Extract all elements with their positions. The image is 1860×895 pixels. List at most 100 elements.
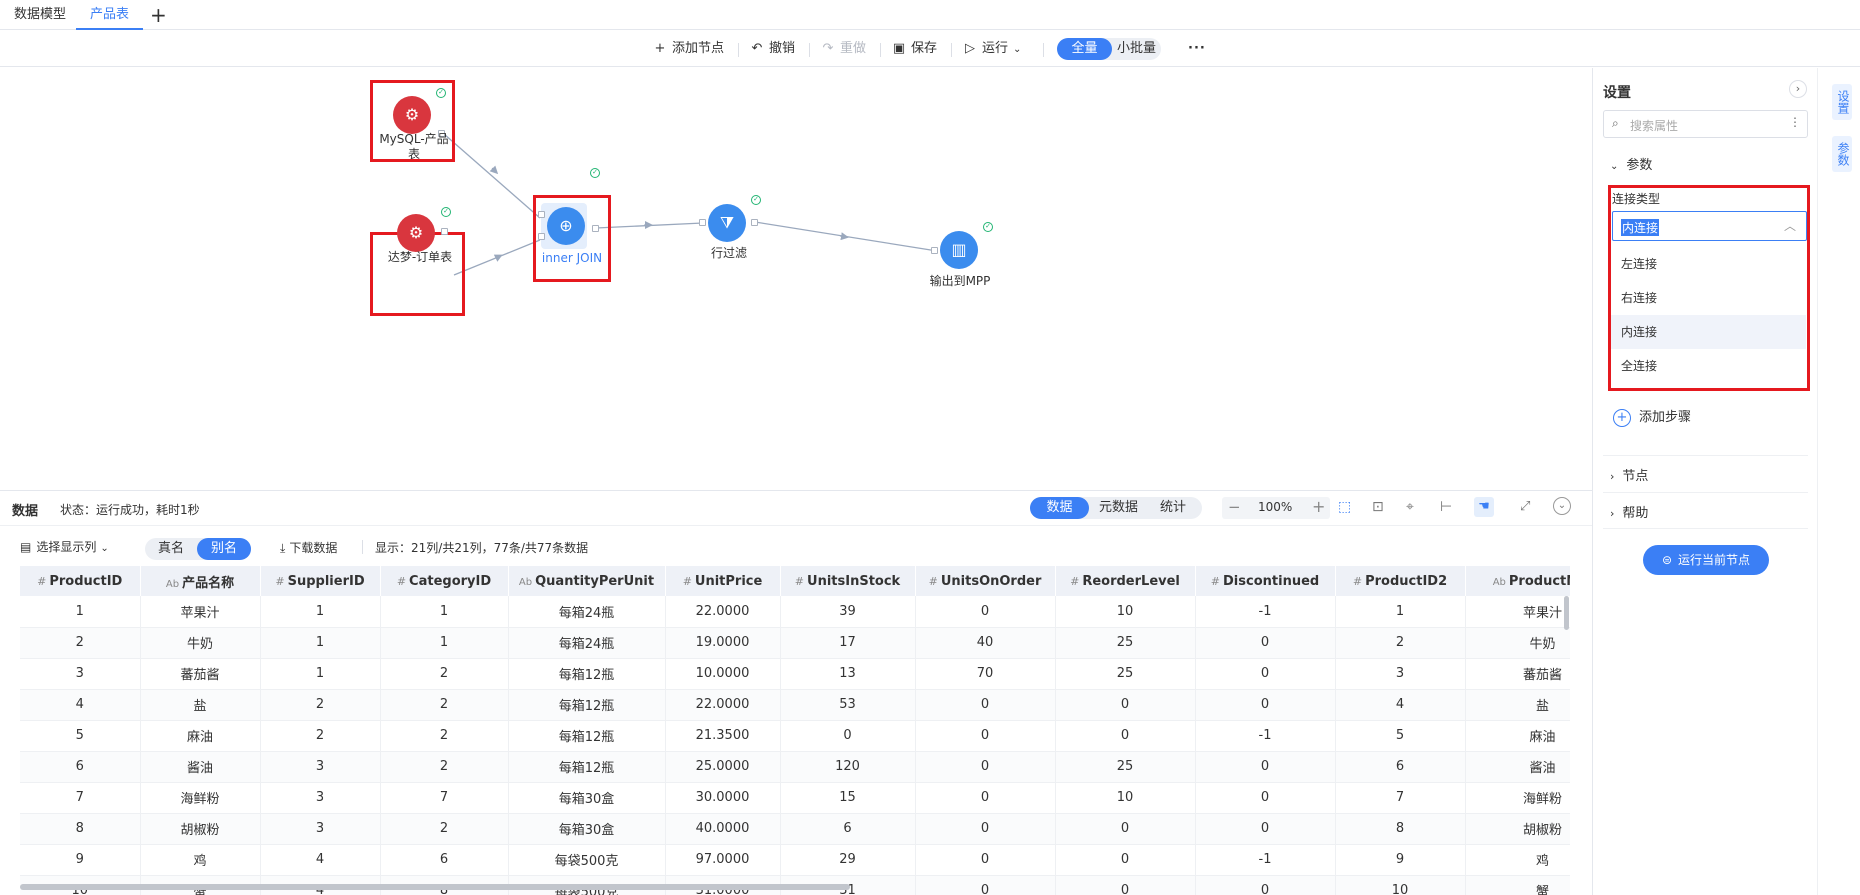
nodes-section-header[interactable]: › 节点	[1610, 465, 1648, 484]
plus-icon: +	[654, 41, 666, 56]
column-header[interactable]: # ReorderLevel	[1055, 566, 1196, 596]
table-cell: 3	[260, 782, 381, 814]
join-icon[interactable]: ⊕	[547, 207, 585, 245]
save-button[interactable]: ▣ 保存	[892, 31, 937, 67]
collapse-icon[interactable]: ⌄	[1553, 497, 1571, 515]
table-row[interactable]: 7 海鲜粉 3 7 每箱30盒 30.0000 15 0 10 0 7 海鲜粉	[20, 782, 1570, 814]
option-right-join[interactable]: 右连接	[1611, 281, 1806, 315]
column-header[interactable]: Ab QuantityPerUnit	[508, 566, 666, 596]
run-dropdown[interactable]: ▷ 运行 ⌄	[963, 31, 1021, 67]
column-header[interactable]: # CategoryID	[380, 566, 509, 596]
table-cell: 2	[260, 720, 381, 752]
table-row[interactable]: 1 苹果汁 1 1 每箱24瓶 22.0000 39 0 10 -1 1 苹果汁	[20, 596, 1570, 628]
column-header[interactable]: # Discontinued	[1195, 566, 1336, 596]
input-port[interactable]	[931, 247, 938, 254]
column-header[interactable]: # UnitPrice	[665, 566, 781, 596]
output-port[interactable]	[592, 225, 599, 232]
locate-icon[interactable]: ⌖	[1406, 499, 1414, 515]
table-cell: 10	[1055, 596, 1196, 628]
download-button[interactable]: ⤓ 下载数据	[280, 539, 337, 556]
output-port[interactable]	[441, 228, 448, 235]
expand-icon[interactable]: ⤢	[1520, 499, 1530, 514]
undo-icon: ↶	[751, 41, 763, 56]
text-type-icon: Ab	[1492, 576, 1506, 588]
run-node-button[interactable]: ⊜ 运行当前节点	[1643, 545, 1769, 575]
database-icon[interactable]: ⚙	[393, 96, 431, 134]
fit-view-icon[interactable]: ⊡	[1372, 499, 1384, 515]
table-cell: 21.3500	[665, 720, 781, 752]
tab-data[interactable]: 数据	[1030, 497, 1089, 519]
output-port[interactable]	[751, 219, 758, 226]
flow-canvas[interactable]: ⚙ ✓ MySQL-产品表 ⚙ ✓ 达梦-订单表 ⊕ ✓ inner JOIN …	[0, 68, 1592, 490]
hand-icon[interactable]: ☚	[1474, 497, 1494, 517]
table-cell: 海鲜粉	[1465, 782, 1570, 814]
join-type-select[interactable]: 内连接 ︿	[1612, 211, 1807, 241]
node-label-output: 输出到MPP	[929, 274, 991, 288]
zoom-in-icon[interactable]: +	[1312, 497, 1325, 516]
side-tab-settings[interactable]: 设置	[1832, 84, 1852, 120]
table-cell: 胡椒粉	[140, 813, 261, 845]
select-area-icon[interactable]: ⬚	[1338, 499, 1351, 515]
data-table[interactable]: # ProductID Ab 产品名称 # SupplierID # CategoryID Ab…	[20, 566, 1570, 895]
tab-metadata[interactable]: 元数据	[1091, 497, 1146, 519]
more-vertical-icon[interactable]: ⋮	[1789, 115, 1801, 129]
table-cell: 0	[1055, 844, 1196, 876]
horizontal-scrollbar[interactable]	[20, 884, 850, 890]
tab-product-table[interactable]: 产品表	[76, 0, 144, 30]
column-name: SupplierID	[287, 573, 365, 589]
input-port[interactable]	[538, 211, 545, 218]
real-name-button[interactable]: 真名	[145, 538, 197, 560]
table-row[interactable]: 2 牛奶 1 1 每箱24瓶 19.0000 17 40 25 0 2 牛奶	[20, 627, 1570, 659]
search-input[interactable]: ⌕ 搜索属性 ⋮	[1603, 110, 1808, 138]
table-cell: 1	[380, 596, 509, 628]
output-icon[interactable]: ▥	[940, 231, 978, 269]
column-header[interactable]: AbProductNar	[1465, 566, 1570, 596]
column-header[interactable]: # ProductID	[20, 566, 141, 596]
undo-button[interactable]: ↶ 撤销	[750, 31, 795, 67]
table-cell: 2	[20, 627, 141, 659]
more-icon[interactable]: ···	[1188, 31, 1206, 67]
column-header[interactable]: # ProductID2	[1335, 566, 1466, 596]
column-header[interactable]: # UnitsInStock	[780, 566, 916, 596]
select-columns-button[interactable]: ▤ 选择显示列 ⌄	[20, 538, 109, 555]
zoom-out-icon[interactable]: −	[1228, 498, 1241, 516]
table-cell: 每袋500克	[508, 844, 666, 876]
column-header[interactable]: # SupplierID	[260, 566, 381, 596]
table-row[interactable]: 3 蕃茄酱 1 2 每箱12瓶 10.0000 13 70 25 0 3 蕃茄酱	[20, 658, 1570, 690]
redo-button[interactable]: ↷ 重做	[821, 31, 866, 67]
params-section-header[interactable]: ⌄ 参数	[1610, 154, 1652, 173]
column-header[interactable]: # UnitsOnOrder	[915, 566, 1056, 596]
table-cell: 0	[1195, 658, 1336, 690]
option-full-join[interactable]: 全连接	[1611, 349, 1806, 383]
database-icon[interactable]: ⚙	[397, 214, 435, 252]
column-name: ReorderLevel	[1082, 573, 1180, 589]
filter-icon[interactable]: ⧩	[708, 204, 746, 242]
option-inner-join[interactable]: 内连接	[1611, 315, 1806, 349]
alias-button[interactable]: 别名	[197, 538, 251, 560]
table-cell: 麻油	[140, 720, 261, 752]
column-header[interactable]: Ab 产品名称	[140, 566, 261, 596]
table-cell: 0	[1055, 689, 1196, 721]
option-left-join[interactable]: 左连接	[1611, 247, 1806, 281]
table-row[interactable]: 8 胡椒粉 3 2 每箱30盒 40.0000 6 0 0 0 8 胡椒粉	[20, 813, 1570, 845]
mode-batch-button[interactable]: 小批量	[1114, 38, 1159, 60]
side-tab-params[interactable]: 参数	[1832, 136, 1852, 172]
tab-stats[interactable]: 统计	[1148, 497, 1198, 519]
chevron-right-icon[interactable]: ›	[1789, 80, 1807, 98]
table-row[interactable]: 9 鸡 4 6 每袋500克 97.0000 29 0 0 -1 9 鸡	[20, 844, 1570, 876]
add-step-button[interactable]: + 添加步骤	[1613, 406, 1691, 427]
table-row[interactable]: 5 麻油 2 2 每箱12瓶 21.3500 0 0 0 -1 5 麻油	[20, 720, 1570, 752]
input-port[interactable]	[699, 219, 706, 226]
table-row[interactable]: 4 盐 2 2 每箱12瓶 22.0000 53 0 0 0 4 盐	[20, 689, 1570, 721]
input-port[interactable]	[538, 233, 545, 240]
table-cell: -1	[1195, 596, 1336, 628]
add-node-button[interactable]: + 添加节点	[653, 31, 724, 67]
layout-icon[interactable]: ⊢	[1440, 499, 1452, 515]
tab-data-model[interactable]: 数据模型	[0, 0, 80, 30]
table-row[interactable]: 6 酱油 3 2 每箱12瓶 25.0000 120 0 25 0 6 酱油	[20, 751, 1570, 783]
help-section-header[interactable]: › 帮助	[1610, 502, 1648, 521]
table-cell: 19.0000	[665, 627, 781, 659]
mode-full-button[interactable]: 全量	[1057, 38, 1112, 60]
vertical-scrollbar[interactable]	[1564, 596, 1569, 630]
add-tab-icon[interactable]: +	[150, 2, 167, 28]
